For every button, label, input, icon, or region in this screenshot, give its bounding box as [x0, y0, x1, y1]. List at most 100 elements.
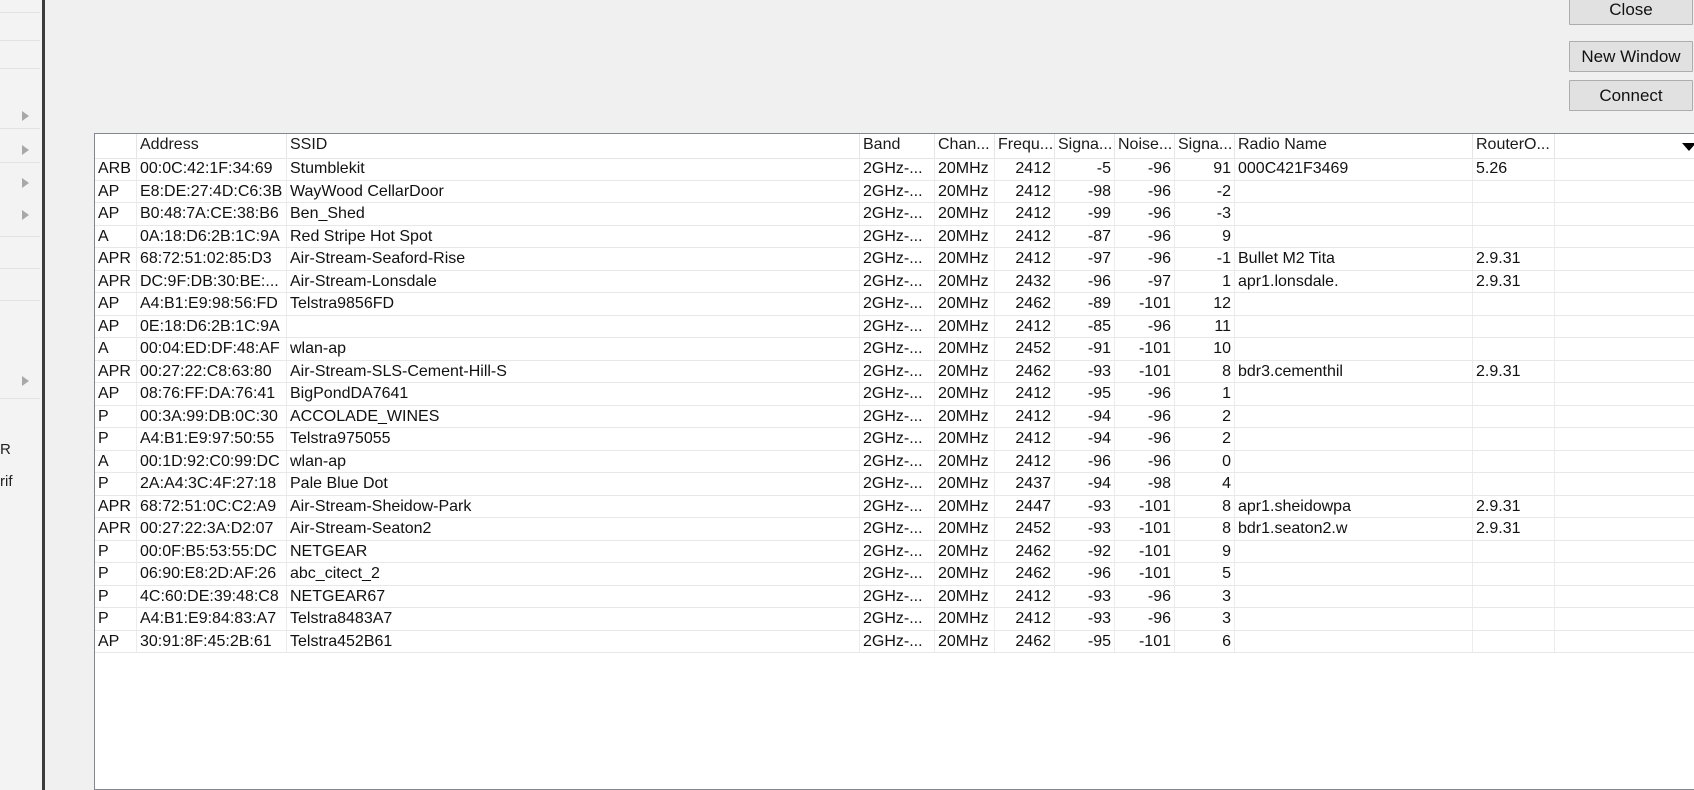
cell-routeros-version: 2.9.31: [1473, 495, 1555, 517]
submenu-arrow-icon: [22, 210, 29, 220]
cell-flags: AP: [95, 315, 137, 337]
column-header-band[interactable]: Band: [860, 134, 935, 158]
cell-band: 2GHz-...: [860, 473, 935, 495]
cell-signal-strength: -93: [1055, 518, 1115, 540]
cell-signal-strength: -97: [1055, 248, 1115, 270]
cell-signal-strength: -96: [1055, 270, 1115, 292]
menu-item-stub: rif: [0, 473, 13, 490]
scanner-dialog: Close New Window Connect Address SSID Ba…: [45, 0, 1694, 790]
cell-blank: [1555, 316, 1694, 338]
table-row[interactable]: P 00:0F:B5:53:55:DC NETGEAR 2GHz-... 20MHz 24…: [95, 540, 1694, 563]
column-header-address[interactable]: Address: [137, 134, 287, 158]
table-row[interactable]: A 00:04:ED:DF:48:AF wlan-ap 2GHz-... 20MHz 24…: [95, 338, 1694, 361]
table-row[interactable]: AP A4:B1:E9:98:56:FD Telstra9856FD 2GHz-...…: [95, 293, 1694, 316]
cell-routeros-version: [1473, 540, 1555, 562]
cell-noise: -101: [1115, 518, 1175, 540]
table-row[interactable]: P A4:B1:E9:84:83:A7 Telstra8483A7 2GHz-... 2…: [95, 608, 1694, 631]
table-row[interactable]: APR DC:9F:DB:30:BE:... Air-Stream-Lonsdale…: [95, 270, 1694, 293]
table-row[interactable]: APR 68:72:51:0C:C2:A9 Air-Stream-Sheidow-P…: [95, 495, 1694, 518]
column-header-frequency[interactable]: Frequ...: [995, 134, 1055, 158]
table-row[interactable]: P 06:90:E8:2D:AF:26 abc_citect_2 2GHz-... 20…: [95, 563, 1694, 586]
cell-signal-to-noise: 1: [1175, 383, 1235, 405]
table-row[interactable]: P 00:3A:99:DB:0C:30 ACCOLADE_WINES 2GHz-...…: [95, 405, 1694, 428]
cell-band: 2GHz-...: [860, 225, 935, 247]
column-header-ssid[interactable]: SSID: [287, 134, 860, 158]
cell-frequency: 2412: [995, 608, 1055, 630]
close-button[interactable]: Close: [1569, 0, 1693, 25]
cell-ssid: abc_citect_2: [287, 563, 860, 585]
cell-noise: -96: [1115, 203, 1175, 225]
cell-address: 00:04:ED:DF:48:AF: [137, 338, 287, 360]
cell-signal-strength: -92: [1055, 540, 1115, 562]
cell-flags: P: [95, 405, 137, 427]
cell-flags: P: [95, 540, 137, 562]
column-header-noise[interactable]: Noise...: [1115, 134, 1175, 158]
cell-radio-name: [1235, 630, 1473, 652]
column-header-signal-to-noise[interactable]: Signa...: [1175, 134, 1235, 158]
table-row[interactable]: P A4:B1:E9:97:50:55 Telstra975055 2GHz-... 2…: [95, 428, 1694, 451]
table-row[interactable]: AP B0:48:7A:CE:38:B6 Ben_Shed 2GHz-... 20MHz…: [95, 203, 1694, 226]
column-header-flags[interactable]: [95, 134, 137, 158]
table-row[interactable]: ARB 00:0C:42:1F:34:69 Stumblekit 2GHz-... 20…: [95, 158, 1694, 181]
scan-results-table[interactable]: Address SSID Band Chan... Frequ... Signa…: [94, 133, 1694, 790]
cell-noise: -96: [1115, 608, 1175, 630]
cell-signal-strength: -93: [1055, 608, 1115, 630]
connect-button[interactable]: Connect: [1569, 80, 1693, 111]
cell-address: B0:48:7A:CE:38:B6: [137, 203, 287, 225]
table-row[interactable]: A 00:1D:92:C0:99:DC wlan-ap 2GHz-... 20MHz 24…: [95, 450, 1694, 473]
cell-signal-strength: -85: [1055, 315, 1115, 337]
column-menu-dropdown-icon[interactable]: [1682, 143, 1694, 151]
cell-blank: [1555, 451, 1694, 473]
cell-noise: -101: [1115, 360, 1175, 382]
cell-address: 00:27:22:3A:D2:07: [137, 518, 287, 540]
cell-signal-strength: -99: [1055, 203, 1115, 225]
cell-channel-width: 20MHz: [935, 225, 995, 247]
column-header-signal-strength[interactable]: Signa...: [1055, 134, 1115, 158]
cell-radio-name: [1235, 585, 1473, 607]
cell-channel-width: 20MHz: [935, 428, 995, 450]
table-row[interactable]: AP 30:91:8F:45:2B:61 Telstra452B61 2GHz-...…: [95, 630, 1694, 653]
cell-blank: [1555, 203, 1694, 225]
cell-channel-width: 20MHz: [935, 338, 995, 360]
cell-band: 2GHz-...: [860, 203, 935, 225]
cell-radio-name: apr1.sheidowpa: [1235, 495, 1473, 517]
cell-noise: -96: [1115, 450, 1175, 472]
cell-ssid: Stumblekit: [287, 158, 860, 180]
cell-radio-name: [1235, 540, 1473, 562]
cell-channel-width: 20MHz: [935, 585, 995, 607]
cell-radio-name: [1235, 180, 1473, 202]
cell-address: A4:B1:E9:97:50:55: [137, 428, 287, 450]
cell-radio-name: [1235, 608, 1473, 630]
table-row[interactable]: AP 0E:18:D6:2B:1C:9A 2GHz-... 20MHz 2412 -85-…: [95, 315, 1694, 338]
table-body: ARB 00:0C:42:1F:34:69 Stumblekit 2GHz-... 20…: [95, 158, 1694, 653]
cell-routeros-version: [1473, 293, 1555, 315]
cell-channel-width: 20MHz: [935, 540, 995, 562]
table-row[interactable]: APR 00:27:22:C8:63:80 Air-Stream-SLS-Cemen…: [95, 360, 1694, 383]
cell-frequency: 2412: [995, 450, 1055, 472]
cell-noise: -96: [1115, 585, 1175, 607]
cell-channel-width: 20MHz: [935, 203, 995, 225]
cell-ssid: Air-Stream-Seaton2: [287, 518, 860, 540]
table-row[interactable]: AP E8:DE:27:4D:C6:3B WayWood CellarDoor 2GH…: [95, 180, 1694, 203]
table-row[interactable]: P 2A:A4:3C:4F:27:18 Pale Blue Dot 2GHz-... 2…: [95, 473, 1694, 496]
cell-address: A4:B1:E9:84:83:A7: [137, 608, 287, 630]
cell-routeros-version: [1473, 180, 1555, 202]
cell-address: DC:9F:DB:30:BE:...: [137, 270, 287, 292]
cell-channel-width: 20MHz: [935, 495, 995, 517]
cell-radio-name: [1235, 293, 1473, 315]
column-header-routeros-version[interactable]: RouterO...: [1473, 134, 1555, 158]
cell-radio-name: [1235, 563, 1473, 585]
new-window-button[interactable]: New Window: [1569, 41, 1693, 72]
submenu-arrow-icon: [22, 145, 29, 155]
table-row[interactable]: AP 08:76:FF:DA:76:41 BigPondDA7641 2GHz-...…: [95, 383, 1694, 406]
cell-noise: -98: [1115, 473, 1175, 495]
table-row[interactable]: A 0A:18:D6:2B:1C:9A Red Stripe Hot Spot 2GH…: [95, 225, 1694, 248]
cell-signal-strength: -87: [1055, 225, 1115, 247]
cell-noise: -101: [1115, 630, 1175, 652]
table-row[interactable]: P 4C:60:DE:39:48:C8 NETGEAR67 2GHz-... 20MHz…: [95, 585, 1694, 608]
table-row[interactable]: APR 00:27:22:3A:D2:07 Air-Stream-Seaton2 2G…: [95, 518, 1694, 541]
column-header-radio-name[interactable]: Radio Name: [1235, 134, 1473, 158]
column-header-blank[interactable]: [1555, 134, 1694, 158]
column-header-channel-width[interactable]: Chan...: [935, 134, 995, 158]
table-row[interactable]: APR 68:72:51:02:85:D3 Air-Stream-Seaford-R…: [95, 248, 1694, 271]
